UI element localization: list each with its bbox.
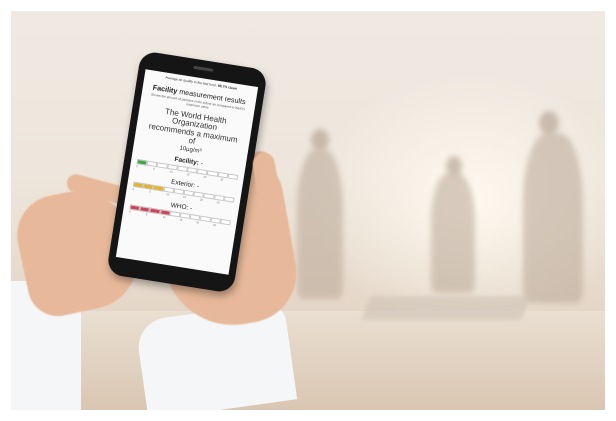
who-label: WHO:: [170, 201, 189, 212]
background-person: [297, 149, 343, 299]
background-laptop: [361, 296, 531, 320]
exterior-value: -: [196, 182, 200, 190]
office-photo: Average air quality in the last hour: 98…: [11, 11, 605, 410]
image-frame: Average air quality in the last hour: 98…: [0, 0, 616, 421]
background-person-head: [311, 129, 329, 151]
background-person: [523, 133, 583, 303]
conference-table: [11, 311, 605, 410]
summary-value: 98.7% clean: [217, 83, 238, 91]
background-person: [431, 173, 475, 293]
background-person-head: [539, 111, 559, 135]
who-value: -: [189, 204, 193, 212]
phone-speaker: [193, 65, 214, 72]
facility-value: -: [200, 159, 204, 167]
phone-screen: Average air quality in the last hour: 98…: [115, 69, 259, 275]
